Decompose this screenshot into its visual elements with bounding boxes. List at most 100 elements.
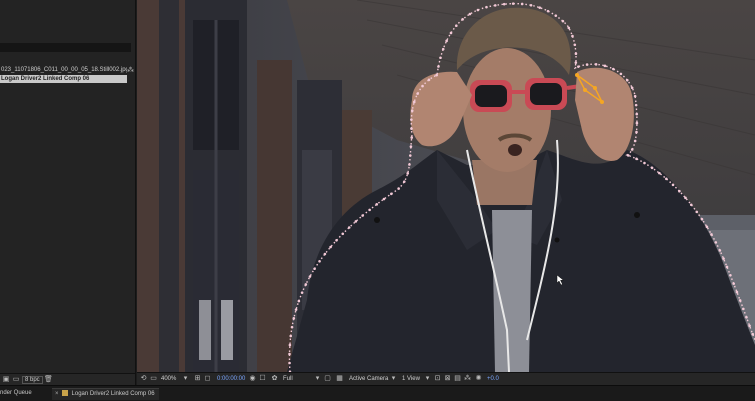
bit-depth-button[interactable]: 8 bpc [22, 376, 43, 384]
mask-vertex [502, 2, 506, 6]
zoom-dropdown[interactable]: 400% [161, 374, 176, 384]
mask-vertex [427, 78, 431, 82]
flowchart-icon[interactable]: ⁂ [127, 66, 134, 75]
view-layout-dropdown[interactable]: 1 View [402, 374, 420, 384]
mask-vertex [633, 94, 637, 98]
mask-vertex [742, 307, 745, 311]
mask-vertex [538, 6, 542, 9]
project-panel: 023_11071806_C011_00_00_05_18.Still002.j… [0, 0, 136, 385]
project-item-still-image[interactable]: 023_11071806_C011_00_00_05_18.Still002.j… [0, 66, 127, 74]
new-folder-icon[interactable]: ▭ [12, 376, 20, 384]
mask-vertex [439, 56, 442, 60]
always-preview-icon[interactable]: ⟲ [139, 374, 148, 384]
camera-view-dropdown[interactable]: Active Camera [349, 374, 388, 384]
mask-vertex [603, 64, 607, 68]
tab-composition[interactable]: × Logan Driver2 Linked Comp 06 [52, 388, 159, 400]
fit-grid-icon[interactable]: ⊞ [193, 374, 202, 384]
region-of-interest-icon[interactable]: ▢ [323, 374, 332, 384]
mask-vertex [437, 65, 440, 68]
mask-vertex [402, 180, 406, 183]
camera-snapshot-icon[interactable]: ◉ [248, 374, 257, 384]
mask-vertex [635, 157, 638, 161]
mask-vertex [612, 67, 615, 71]
mask-vertex [722, 257, 725, 260]
mask-vertex [290, 325, 294, 329]
viewer-toolbar: ⟲ ▭ 400% ▾ ⊞ ◻ 0:00:00:00 ◉ ☐ ✿ Full ▾ ▢… [137, 372, 755, 385]
mask-vertex [445, 39, 448, 43]
chevron-down-icon[interactable]: ▾ [389, 374, 398, 384]
mask-visibility-icon[interactable]: ◻ [203, 374, 212, 384]
mask-vertex [678, 189, 681, 193]
toggle-pixel-aspect-icon[interactable]: ⊡ [433, 374, 442, 384]
color-channel-icon[interactable]: ✿ [270, 374, 279, 384]
trash-icon[interactable]: 🗑 [44, 376, 53, 384]
mask-vertex [410, 109, 414, 113]
mask-vertex [408, 163, 411, 166]
mask-vertex [695, 210, 699, 214]
mask-vertex [700, 217, 704, 221]
mask-vertex [308, 275, 312, 278]
mask-vertex [485, 5, 488, 9]
mask-vertex [323, 252, 327, 256]
exposure-value[interactable]: +0.0 [487, 374, 499, 384]
mask-vertex [421, 84, 424, 88]
fast-previews-icon[interactable]: ⊠ [443, 374, 452, 384]
mask-vertex [745, 315, 748, 319]
close-icon[interactable]: × [55, 391, 59, 397]
mask-vertex [571, 34, 574, 38]
chevron-down-icon[interactable]: ▾ [423, 374, 432, 384]
mask-vertex [573, 43, 577, 47]
mask-vertex [318, 259, 321, 263]
mask-vertex [585, 63, 589, 66]
interpret-footage-icon[interactable]: ▣ [2, 376, 10, 384]
project-search-field[interactable] [0, 43, 131, 52]
panel-tab-strip: nder Queue × Logan Driver2 Linked Comp 06 [0, 385, 755, 401]
mask-vertex [635, 112, 639, 116]
mask-vertex [561, 19, 565, 23]
mask-vertex [288, 361, 291, 365]
mask-vertex [382, 197, 386, 201]
mask-vertex [671, 183, 675, 187]
mask-vertex [412, 100, 416, 104]
mask-vertex [313, 267, 316, 271]
reset-exposure-icon[interactable]: ✺ [474, 374, 483, 384]
mask-vertex [288, 352, 291, 356]
mask-vertex [409, 145, 413, 148]
chevron-down-icon[interactable]: ▾ [313, 374, 322, 384]
mask-vertex [630, 86, 634, 90]
show-snapshot-icon[interactable]: ☐ [258, 374, 267, 384]
project-item-linked-comp[interactable]: Logan Driver2 Linked Comp 06 [0, 75, 127, 83]
mask-vertex [511, 2, 515, 5]
mask-vertex [732, 282, 735, 285]
mask-vertex [725, 265, 729, 269]
composition-viewer[interactable] [137, 0, 755, 372]
mask-vertex [554, 14, 558, 17]
flowchart-icon[interactable]: ⁂ [463, 374, 472, 384]
mask-vertex [529, 3, 533, 7]
mask-vertex [643, 161, 646, 165]
mask-vertex [658, 171, 661, 175]
mask-vertex [455, 24, 458, 28]
mask-vertex [476, 8, 480, 12]
monitor-icon[interactable]: ▭ [149, 374, 158, 384]
mask-vertex [375, 203, 379, 206]
mask-vertex [635, 121, 639, 125]
transparency-grid-icon[interactable]: ▦ [335, 374, 344, 384]
mask-vertex [574, 52, 578, 55]
mask-vertex [594, 63, 598, 66]
current-time-display[interactable]: 0:00:00:00 [217, 374, 245, 384]
mask-vertex [441, 47, 445, 51]
mask-vertex [461, 18, 464, 21]
mask-vertex [294, 308, 298, 311]
mask-vertex [665, 177, 668, 181]
mask-vertex [288, 343, 292, 347]
timeline-icon[interactable]: ▤ [453, 374, 462, 384]
chevron-down-icon[interactable]: ▾ [181, 374, 190, 384]
tab-render-queue[interactable]: nder Queue [0, 388, 32, 399]
mask-vertex [735, 290, 739, 294]
resolution-dropdown[interactable]: Full [283, 374, 293, 384]
mask-vertex [635, 130, 638, 134]
mask-vertex [751, 332, 755, 336]
mask-vertex [689, 203, 693, 207]
mask-vertex [705, 225, 709, 229]
